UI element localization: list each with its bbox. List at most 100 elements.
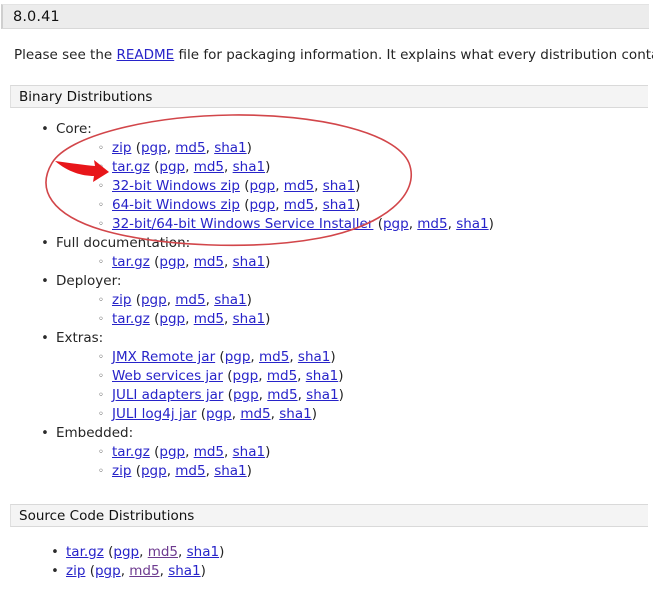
list-item: ◦ 64-bit Windows zip (pgp, md5, sha1) <box>96 196 494 215</box>
tar-gz-md5-link[interactable]: md5 <box>148 544 178 560</box>
zip-md5-link[interactable]: md5 <box>129 563 159 579</box>
bullet-icon: • <box>41 426 49 441</box>
sub-bullet-icon: ◦ <box>98 200 104 211</box>
comma-separator: , <box>258 387 268 403</box>
zip-md5-link[interactable]: md5 <box>175 463 205 479</box>
open-paren: ( <box>222 368 233 384</box>
readme-link[interactable]: README <box>116 47 174 63</box>
comma-separator: , <box>120 563 130 579</box>
download-link-juli-adapters-jar[interactable]: JULI adapters jar <box>112 387 223 403</box>
list-item: ◦ zip (pgp, md5, sha1) <box>96 139 494 158</box>
tar-gz-sha1-link[interactable]: sha1 <box>187 544 219 560</box>
zip-sha1-link[interactable]: sha1 <box>214 292 246 308</box>
open-paren: ( <box>131 292 141 308</box>
juli-log4j-jar-pgp-link[interactable]: pgp <box>206 406 232 422</box>
bullet-icon: • <box>41 274 49 289</box>
zip-md5-link[interactable]: md5 <box>175 140 205 156</box>
64-bit-windows-zip-sha1-link[interactable]: sha1 <box>323 197 355 213</box>
sub-bullet-icon: ◦ <box>98 314 104 325</box>
download-link-32-bit-64-bit-windows-service-installer[interactable]: 32-bit/64-bit Windows Service Installer <box>112 216 373 232</box>
download-link-32-bit-windows-zip[interactable]: 32-bit Windows zip <box>112 178 240 194</box>
32-bit-64-bit-windows-service-installer-sha1-link[interactable]: sha1 <box>456 216 488 232</box>
tar-gz-pgp-link[interactable]: pgp <box>159 311 185 327</box>
download-link-tar-gz[interactable]: tar.gz <box>112 311 150 327</box>
close-paren: ) <box>200 563 206 579</box>
comma-separator: , <box>159 563 169 579</box>
32-bit-windows-zip-pgp-link[interactable]: pgp <box>249 178 275 194</box>
tar-gz-pgp-link[interactable]: pgp <box>113 544 139 560</box>
group-label: Core: <box>56 121 92 137</box>
tar-gz-md5-link[interactable]: md5 <box>194 444 224 460</box>
zip-sha1-link[interactable]: sha1 <box>168 563 200 579</box>
list-item: ◦ JULI log4j jar (pgp, md5, sha1) <box>96 405 494 424</box>
download-link-tar-gz[interactable]: tar.gz <box>112 159 150 175</box>
download-link-tar-gz[interactable]: tar.gz <box>66 544 104 560</box>
download-link-jmx-remote-jar[interactable]: JMX Remote jar <box>112 349 215 365</box>
tar-gz-pgp-link[interactable]: pgp <box>159 159 185 175</box>
juli-log4j-jar-md5-link[interactable]: md5 <box>240 406 270 422</box>
zip-pgp-link[interactable]: pgp <box>141 292 167 308</box>
comma-separator: , <box>314 178 323 194</box>
intro-paragraph: Please see the README file for packaging… <box>14 46 653 64</box>
open-paren: ( <box>373 216 383 232</box>
comma-separator: , <box>297 387 307 403</box>
download-link-zip[interactable]: zip <box>112 292 131 308</box>
tar-gz-sha1-link[interactable]: sha1 <box>233 444 265 460</box>
download-page: 8.0.41 Please see the README file for pa… <box>0 0 653 595</box>
list-item: • tar.gz (pgp, md5, sha1) <box>48 543 224 562</box>
comma-separator: , <box>314 197 323 213</box>
comma-separator: , <box>139 544 148 560</box>
web-services-jar-md5-link[interactable]: md5 <box>267 368 297 384</box>
juli-adapters-jar-sha1-link[interactable]: sha1 <box>306 387 338 403</box>
zip-pgp-link[interactable]: pgp <box>141 140 167 156</box>
juli-log4j-jar-sha1-link[interactable]: sha1 <box>279 406 311 422</box>
tar-gz-md5-link[interactable]: md5 <box>194 254 224 270</box>
jmx-remote-jar-sha1-link[interactable]: sha1 <box>298 349 330 365</box>
tar-gz-pgp-link[interactable]: pgp <box>159 444 185 460</box>
tar-gz-pgp-link[interactable]: pgp <box>159 254 185 270</box>
juli-adapters-jar-md5-link[interactable]: md5 <box>267 387 297 403</box>
tar-gz-sha1-link[interactable]: sha1 <box>233 254 265 270</box>
list-item: ◦ tar.gz (pgp, md5, sha1) <box>96 443 494 462</box>
comma-separator: , <box>205 463 215 479</box>
zip-pgp-link[interactable]: pgp <box>95 563 121 579</box>
group-items: ◦ tar.gz (pgp, md5, sha1) ◦ zip (pgp, md5, … <box>56 443 494 481</box>
tar-gz-md5-link[interactable]: md5 <box>194 311 224 327</box>
list-item: ◦ tar.gz (pgp, md5, sha1) <box>96 158 494 177</box>
jmx-remote-jar-pgp-link[interactable]: pgp <box>225 349 251 365</box>
32-bit-windows-zip-sha1-link[interactable]: sha1 <box>323 178 355 194</box>
web-services-jar-sha1-link[interactable]: sha1 <box>306 368 338 384</box>
sub-bullet-icon: ◦ <box>98 466 104 477</box>
64-bit-windows-zip-pgp-link[interactable]: pgp <box>249 197 275 213</box>
download-link-64-bit-windows-zip[interactable]: 64-bit Windows zip <box>112 197 240 213</box>
sub-bullet-icon: ◦ <box>98 352 104 363</box>
tar-gz-md5-link[interactable]: md5 <box>194 159 224 175</box>
zip-sha1-link[interactable]: sha1 <box>214 140 246 156</box>
zip-pgp-link[interactable]: pgp <box>141 463 167 479</box>
tar-gz-sha1-link[interactable]: sha1 <box>233 159 265 175</box>
download-link-zip[interactable]: zip <box>112 463 131 479</box>
64-bit-windows-zip-md5-link[interactable]: md5 <box>284 197 314 213</box>
group-label: Full documentation: <box>56 235 191 251</box>
download-link-tar-gz[interactable]: tar.gz <box>112 254 150 270</box>
32-bit-64-bit-windows-service-installer-md5-link[interactable]: md5 <box>417 216 447 232</box>
web-services-jar-pgp-link[interactable]: pgp <box>233 368 259 384</box>
download-link-web-services-jar[interactable]: Web services jar <box>112 368 223 384</box>
juli-adapters-jar-pgp-link[interactable]: pgp <box>233 387 259 403</box>
tar-gz-sha1-link[interactable]: sha1 <box>233 311 265 327</box>
32-bit-64-bit-windows-service-installer-pgp-link[interactable]: pgp <box>383 216 409 232</box>
download-link-juli-log4j-jar[interactable]: JULI log4j jar <box>112 406 196 422</box>
intro-text-before: Please see the <box>14 47 117 63</box>
download-link-tar-gz[interactable]: tar.gz <box>112 444 150 460</box>
download-link-zip[interactable]: zip <box>112 140 131 156</box>
zip-sha1-link[interactable]: sha1 <box>214 463 246 479</box>
sub-bullet-icon: ◦ <box>98 257 104 268</box>
distribution-group-core: • Core: ◦ zip (pgp, md5, sha1) ◦ tar.gz (pgp,… <box>38 120 494 234</box>
download-link-zip[interactable]: zip <box>66 563 85 579</box>
jmx-remote-jar-md5-link[interactable]: md5 <box>259 349 289 365</box>
list-item: ◦ Web services jar (pgp, md5, sha1) <box>96 367 494 386</box>
zip-md5-link[interactable]: md5 <box>175 292 205 308</box>
distribution-group-full-documentation: • Full documentation: ◦ tar.gz (pgp, md5, s… <box>38 234 494 272</box>
list-item: ◦ zip (pgp, md5, sha1) <box>96 291 494 310</box>
32-bit-windows-zip-md5-link[interactable]: md5 <box>284 178 314 194</box>
